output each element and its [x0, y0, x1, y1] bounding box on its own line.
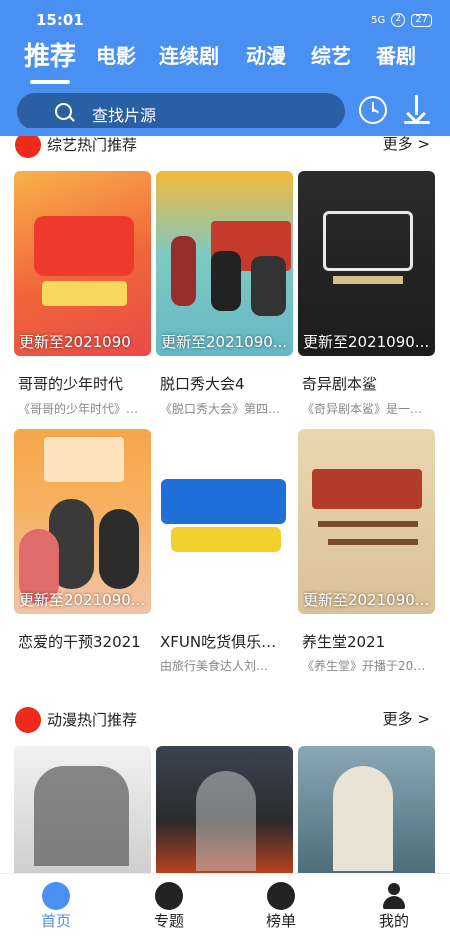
poster-caption: 更新至2021090...	[161, 333, 288, 351]
download-icon[interactable]	[403, 95, 431, 125]
poster-title[interactable]: 脱口秀大会4	[160, 373, 300, 394]
section-anime-header: 动漫热门推荐 更多 >	[0, 703, 450, 733]
history-icon[interactable]	[359, 96, 387, 124]
home-icon	[42, 882, 70, 910]
poster-title[interactable]: 哥哥的少年时代	[18, 373, 158, 394]
more-button[interactable]: 更多 >	[383, 708, 430, 729]
poster-title[interactable]: 养生堂2021	[302, 631, 442, 652]
section-title: 动漫热门推荐	[47, 711, 138, 729]
poster-card[interactable]: 更新至2021090...	[298, 429, 435, 614]
profile-icon	[380, 882, 408, 910]
poster-card[interactable]	[156, 746, 293, 873]
status-icons: 5G 2 27	[371, 13, 432, 27]
poster-title[interactable]: XFUN吃货俱乐…	[160, 631, 300, 652]
nav-topics[interactable]: 专题	[129, 874, 209, 936]
nav-label: 首页	[40, 912, 71, 930]
poster-title[interactable]: 奇异剧本鲨	[302, 373, 442, 394]
search-placeholder: 查找片源	[92, 106, 157, 125]
poster-card[interactable]	[14, 746, 151, 873]
search-input[interactable]: 查找片源	[17, 93, 345, 130]
poster-desc: 《养生堂》开播于20…	[302, 659, 426, 673]
nav-mine[interactable]: 我的	[354, 874, 434, 936]
status-time: 15:01	[36, 11, 84, 29]
poster-caption: 更新至2021090...	[303, 333, 430, 351]
poster-caption: 更新至2021090...	[303, 591, 430, 609]
notification-icon: 2	[391, 13, 406, 27]
nav-label: 我的	[378, 912, 409, 930]
header: 15:01 5G 2 27 推荐 电影 连续剧 动漫 综艺 番剧 查找片源	[0, 0, 450, 136]
poster-card[interactable]	[156, 429, 293, 614]
bottom-nav: 首页 专题 榜单 我的	[0, 873, 450, 936]
poster-desc: 《哥哥的少年时代》…	[18, 402, 139, 416]
ranking-icon	[267, 882, 295, 910]
category-tabs: 推荐 电影 连续剧 动漫 综艺 番剧	[0, 40, 450, 84]
poster-card[interactable]: 更新至2021090	[14, 171, 151, 356]
poster-caption: 更新至2021090...	[19, 591, 146, 609]
tab-bangumi[interactable]: 番剧	[376, 40, 416, 69]
poster-desc: 《脱口秀大会》第四…	[160, 402, 281, 416]
poster-card[interactable]	[298, 746, 435, 873]
nav-home[interactable]: 首页	[16, 874, 96, 936]
poster-desc: 由旅行美食达人刘…	[160, 659, 269, 673]
active-tab-indicator	[30, 80, 70, 84]
network-indicator: 5G	[371, 14, 386, 26]
nav-ranking[interactable]: 榜单	[241, 874, 321, 936]
status-bar: 15:01 5G 2 27	[0, 0, 450, 38]
tab-anime[interactable]: 动漫	[246, 40, 286, 69]
poster-card[interactable]: 更新至2021090...	[298, 171, 435, 356]
more-button[interactable]: 更多 >	[383, 133, 430, 154]
tab-movie[interactable]: 电影	[96, 40, 136, 69]
section-title: 综艺热门推荐	[47, 136, 138, 154]
search-icon	[55, 103, 72, 120]
nav-label: 专题	[153, 912, 184, 930]
poster-title[interactable]: 恋爱的干预32021	[18, 631, 158, 652]
poster-card[interactable]: 更新至2021090...	[156, 171, 293, 356]
nav-label: 榜单	[265, 912, 296, 930]
poster-desc: 《奇异剧本鲨》是一…	[302, 402, 423, 416]
app-screen: 15:01 5G 2 27 推荐 电影 连续剧 动漫 综艺 番剧 查找片源 综艺…	[0, 0, 450, 936]
tab-series[interactable]: 连续剧	[159, 40, 219, 69]
tab-recommend[interactable]: 推荐	[24, 36, 76, 73]
tab-variety[interactable]: 综艺	[311, 40, 351, 69]
poster-caption: 更新至2021090	[19, 333, 131, 351]
section-dot-icon	[15, 707, 41, 733]
battery-indicator: 27	[411, 13, 432, 27]
poster-card[interactable]: 更新至2021090...	[14, 429, 151, 614]
topic-icon	[155, 882, 183, 910]
